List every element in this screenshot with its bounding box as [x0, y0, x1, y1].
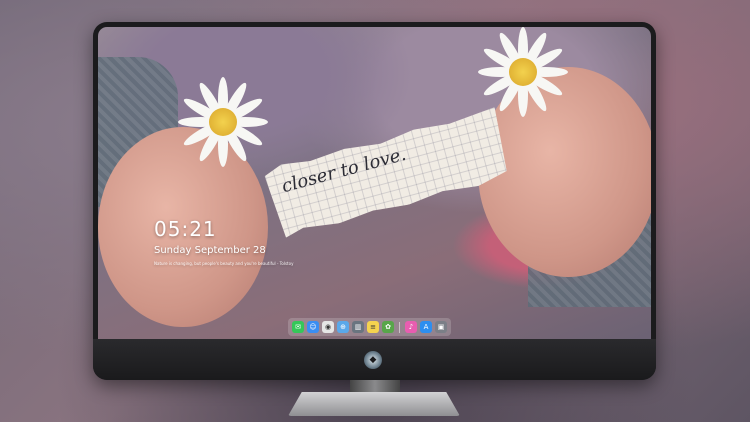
monitor-chin: ◆	[93, 339, 656, 380]
daisy-left	[178, 77, 268, 167]
clock-time: 05:21	[154, 217, 217, 241]
notes-icon[interactable]: ≡	[367, 321, 379, 333]
lock-screen-wallpaper: closer to love. 05:21 Sunday September 2…	[98, 27, 651, 339]
messages-icon[interactable]: ✉	[292, 321, 304, 333]
appstore-icon[interactable]: A	[420, 321, 432, 333]
clapper-icon[interactable]: ▥	[352, 321, 364, 333]
finder-icon[interactable]: ☺	[307, 321, 319, 333]
photos-icon[interactable]: ✿	[382, 321, 394, 333]
clock-date: Sunday September 28	[154, 245, 266, 256]
daisy-right	[478, 27, 568, 117]
lock-clock: 05:21 Sunday September 28 Nature is chan…	[154, 217, 293, 266]
chrome-icon[interactable]: ◉	[322, 321, 334, 333]
monitor-stand	[288, 392, 460, 416]
dock-separator	[399, 321, 400, 333]
screenshot-icon[interactable]: ▣	[435, 321, 447, 333]
itunes-icon[interactable]: ♪	[405, 321, 417, 333]
brand-logo-icon: ◆	[364, 351, 382, 369]
imac-monitor: closer to love. 05:21 Sunday September 2…	[93, 22, 656, 380]
monitor-neck	[350, 380, 400, 394]
quote-text: Nature is changing, but people's beauty …	[154, 261, 294, 266]
dock: ✉ ☺ ◉ ⊕ ▥ ≡ ✿ ♪ A ▣	[288, 318, 451, 336]
safari-icon[interactable]: ⊕	[337, 321, 349, 333]
